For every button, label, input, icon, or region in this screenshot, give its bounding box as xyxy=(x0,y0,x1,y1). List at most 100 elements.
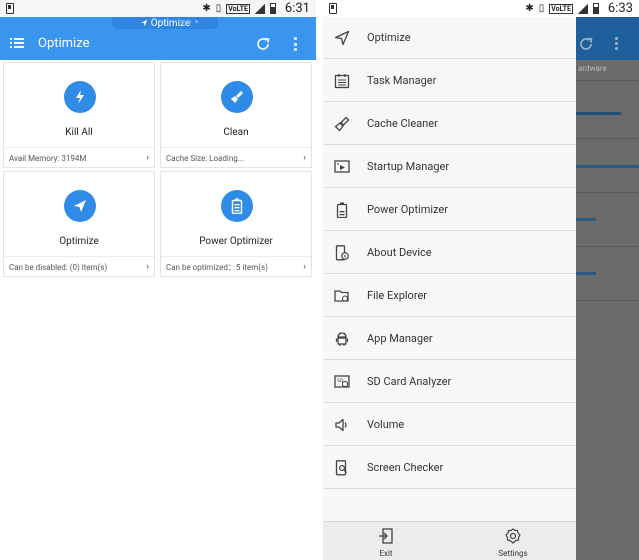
bluetooth-icon: ✱ xyxy=(525,3,534,14)
battery-status-icon xyxy=(592,3,599,14)
status-bar: ✱ ▯ VoLTE 6:33 xyxy=(323,0,639,17)
dimmed-divider xyxy=(576,192,639,193)
drawer-item-label: Task Manager xyxy=(367,74,437,87)
drawer-item-label: Power Optimizer xyxy=(367,203,448,216)
navigation-drawer: Optimize Task Manager Cache Cleaner Star… xyxy=(323,17,576,560)
dimmed-divider xyxy=(576,80,639,81)
refresh-icon xyxy=(580,37,593,50)
settings-label: Settings xyxy=(498,549,528,558)
chevron-right-icon: › xyxy=(303,262,306,272)
power-optimizer-card[interactable]: Power Optimizer Can be optimized：5 item(… xyxy=(160,171,312,277)
drawer-item-sd-card-analyzer[interactable]: SD SD Card Analyzer xyxy=(323,361,576,403)
settings-button[interactable]: Settings xyxy=(450,522,576,560)
notification-icon xyxy=(6,3,14,14)
dimmed-content xyxy=(576,17,639,560)
chevron-right-icon: › xyxy=(146,153,149,163)
device-info-icon xyxy=(333,244,351,262)
drawer-item-file-explorer[interactable]: File Explorer xyxy=(323,275,576,317)
card-footer-text: Avail Memory: 3194M xyxy=(9,154,87,163)
page-title: Optimize xyxy=(38,36,90,51)
sd-card-icon: SD xyxy=(333,373,351,391)
drawer-item-power-optimizer[interactable]: Power Optimizer xyxy=(323,189,576,231)
drawer-item-label: Screen Checker xyxy=(367,461,444,474)
battery-icon xyxy=(333,201,351,219)
card-footer[interactable]: Cache Size: Loading... › xyxy=(161,147,311,169)
more-options-icon xyxy=(615,37,618,50)
chevron-right-icon: › xyxy=(146,262,149,272)
card-label: Power Optimizer xyxy=(199,236,273,247)
dimmed-divider xyxy=(576,138,639,139)
status-icons: ✱ ▯ VoLTE 6:33 xyxy=(525,0,633,17)
exit-button[interactable]: Exit xyxy=(323,522,449,560)
dimmed-divider xyxy=(576,246,639,247)
exit-icon xyxy=(379,528,393,544)
card-footer-text: Can be disabled: (0) item(s) xyxy=(9,263,108,272)
dimmed-divider xyxy=(576,300,639,301)
clipboard-icon xyxy=(333,72,351,90)
drawer-item-optimize[interactable]: Optimize xyxy=(323,17,576,59)
battery-status-icon xyxy=(269,3,276,14)
speaker-icon xyxy=(333,416,351,434)
menu-icon[interactable] xyxy=(10,38,24,48)
drawer-item-task-manager[interactable]: Task Manager xyxy=(323,60,576,102)
optimize-screen: ✱ ▯ VoLTE 6:31 Optimize Optimize Kill Al… xyxy=(0,0,316,560)
drawer-item-label: File Explorer xyxy=(367,289,428,302)
card-label: Optimize xyxy=(59,236,99,247)
volte-icon: VoLTE xyxy=(549,3,573,14)
lightning-icon xyxy=(64,81,96,113)
drawer-item-app-manager[interactable]: App Manager xyxy=(323,318,576,360)
drawer-item-screen-checker[interactable]: Screen Checker xyxy=(323,447,576,489)
clock: 6:31 xyxy=(284,1,310,16)
dimmed-app-bar xyxy=(576,17,639,60)
drawer-item-cache-cleaner[interactable]: Cache Cleaner xyxy=(323,103,576,145)
card-footer-text: Cache Size: Loading... xyxy=(166,154,245,163)
drawer-footer: Exit Settings xyxy=(323,521,576,560)
broom-icon xyxy=(221,81,253,113)
vibrate-icon: ▯ xyxy=(538,3,545,14)
dimmed-progress xyxy=(576,218,596,221)
drawer-item-label: Cache Cleaner xyxy=(367,117,438,130)
card-footer[interactable]: Can be disabled: (0) item(s) › xyxy=(4,256,154,278)
dimmed-progress xyxy=(576,272,596,275)
optimize-toast: Optimize xyxy=(112,17,218,29)
card-label: Clean xyxy=(223,127,249,138)
card-footer[interactable]: Avail Memory: 3194M › xyxy=(4,147,154,169)
vibrate-icon: ▯ xyxy=(215,3,222,14)
clock: 6:33 xyxy=(607,1,633,16)
drawer-item-volume[interactable]: Volume xyxy=(323,404,576,446)
drawer-item-label: Startup Manager xyxy=(367,160,450,173)
drawer-item-label: Volume xyxy=(367,418,405,431)
status-bar: ✱ ▯ VoLTE 6:31 xyxy=(0,0,316,17)
drawer-item-label: App Manager xyxy=(367,332,433,345)
dimmed-progress xyxy=(576,112,621,115)
toast-dots xyxy=(174,20,198,23)
notification-icon xyxy=(329,3,337,14)
drawer-item-label: Optimize xyxy=(367,31,411,44)
send-icon xyxy=(140,19,147,27)
kill-all-card[interactable]: Kill All Avail Memory: 3194M › xyxy=(3,62,155,168)
battery-icon xyxy=(221,190,253,222)
screen-search-icon xyxy=(333,459,351,477)
signal-icon xyxy=(577,3,588,14)
startup-icon xyxy=(333,158,351,176)
drawer-screen: ardware ✱ ▯ VoLTE 6:33 Optimize Task Man… xyxy=(323,0,639,560)
drawer-item-startup-manager[interactable]: Startup Manager xyxy=(323,146,576,188)
send-icon xyxy=(64,190,96,222)
android-icon xyxy=(333,330,351,348)
drawer-item-label: SD Card Analyzer xyxy=(367,375,452,388)
optimize-card[interactable]: Optimize Can be disabled: (0) item(s) › xyxy=(3,171,155,277)
dimmed-text: ardware xyxy=(578,64,607,73)
signal-icon xyxy=(254,3,265,14)
drawer-item-label: About Device xyxy=(367,246,432,259)
chevron-right-icon: › xyxy=(303,153,306,163)
gear-icon xyxy=(505,528,521,544)
volte-icon: VoLTE xyxy=(226,3,250,14)
more-options-icon[interactable] xyxy=(294,37,298,51)
refresh-icon[interactable] xyxy=(255,36,271,52)
card-footer[interactable]: Can be optimized：5 item(s) › xyxy=(161,256,311,278)
dimmed-progress xyxy=(576,165,639,168)
clean-card[interactable]: Clean Cache Size: Loading... › xyxy=(160,62,312,168)
card-label: Kill All xyxy=(65,127,93,138)
status-icons: ✱ ▯ VoLTE 6:31 xyxy=(202,0,310,17)
drawer-item-about-device[interactable]: About Device xyxy=(323,232,576,274)
